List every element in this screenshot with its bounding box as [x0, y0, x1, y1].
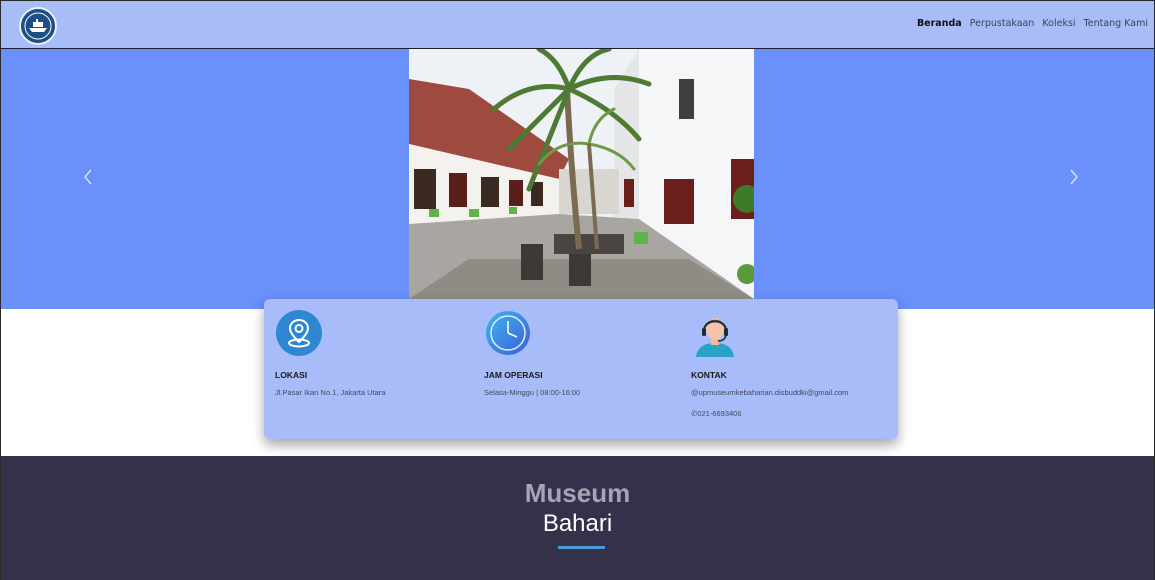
customer-service-icon	[696, 318, 734, 357]
lokasi-address: Jl.Pasar Ikan No.1, Jakarta Utara	[275, 388, 386, 397]
nav-link-beranda[interactable]: Beranda	[917, 18, 962, 29]
section-title-bahari: Bahari	[542, 510, 613, 537]
nav-link-tentang-kami[interactable]: Tentang Kami	[1084, 18, 1148, 29]
jam-operasi-title: JAM OPERASI	[484, 370, 543, 380]
kontak-phone-number: 021-6693406	[697, 409, 742, 418]
nav-menu: Beranda Perpustakaan Koleksi Tentang Kam…	[917, 18, 1148, 29]
page: Beranda Perpustakaan Koleksi Tentang Kam…	[0, 0, 1155, 580]
kontak-email[interactable]: @upmuseumkebaharian.disbuddki@gmail.com	[691, 388, 848, 397]
chevron-left-icon[interactable]	[81, 167, 95, 187]
location-pin-icon	[276, 310, 322, 356]
chevron-right-icon[interactable]	[1067, 167, 1081, 187]
kontak-title: KONTAK	[691, 370, 727, 380]
nav-link-koleksi[interactable]: Koleksi	[1042, 18, 1075, 29]
museum-bahari-section: Museum Bahari	[1, 456, 1154, 580]
info-card: LOKASI Jl.Pasar Ikan No.1, Jakarta Utara…	[264, 299, 898, 439]
lokasi-title: LOKASI	[275, 370, 308, 380]
museum-logo-icon[interactable]	[19, 7, 57, 45]
info-lokasi: LOKASI Jl.Pasar Ikan No.1, Jakarta Utara	[275, 309, 385, 397]
section-title-museum: Museum	[524, 478, 631, 508]
navbar: Beranda Perpustakaan Koleksi Tentang Kam…	[1, 1, 1154, 49]
clock-icon	[486, 311, 530, 355]
hero-carousel	[1, 49, 1154, 309]
kontak-phone[interactable]: ✆021-6693406	[691, 409, 848, 418]
info-jam-operasi: JAM OPERASI Selasa-Minggu | 08:00-16:00	[484, 309, 580, 397]
info-kontak: KONTAK @upmuseumkebaharian.disbuddki@gma…	[691, 309, 848, 418]
jam-operasi-hours: Selasa-Minggu | 08:00-16:00	[484, 388, 581, 397]
museum-courtyard-photo	[409, 49, 754, 299]
nav-link-perpustakaan[interactable]: Perpustakaan	[970, 18, 1035, 29]
title-underline	[558, 546, 605, 549]
